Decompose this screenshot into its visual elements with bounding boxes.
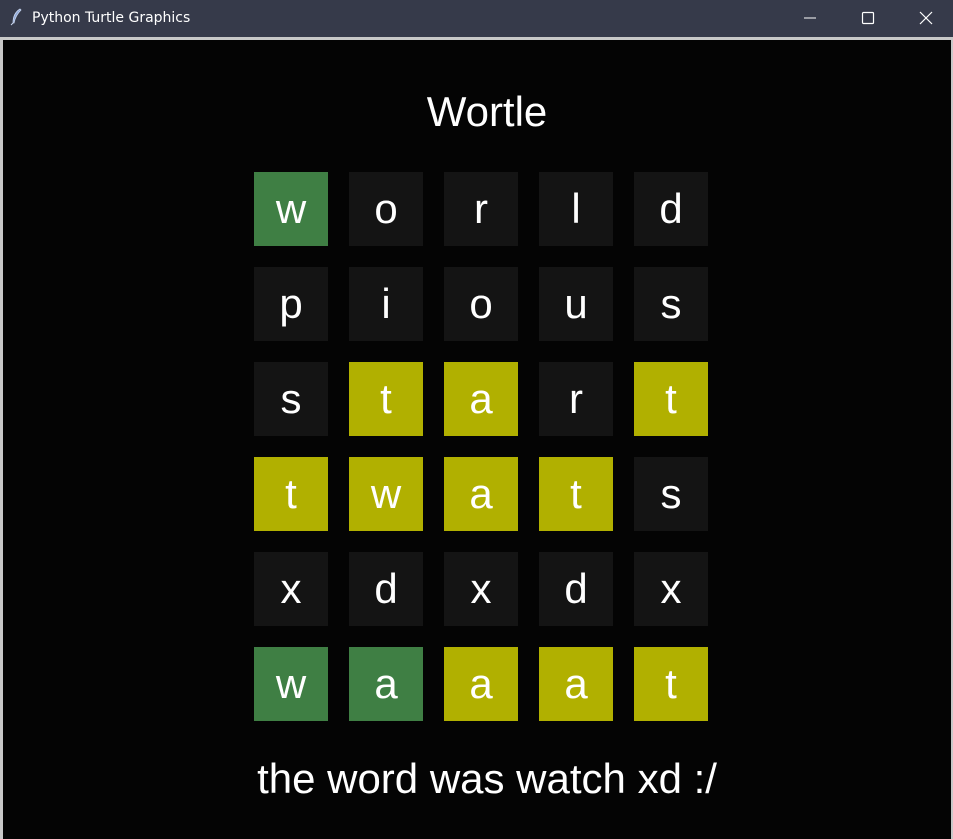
letter-tile: p [254, 267, 328, 341]
maximize-button[interactable] [839, 0, 897, 36]
result-message: the word was watch xd :/ [257, 755, 717, 802]
letter-tile: t [349, 362, 423, 436]
letter-tile: x [634, 552, 708, 626]
letter-tile: x [444, 552, 518, 626]
letter-tile: t [634, 647, 708, 721]
letter-tile: w [254, 172, 328, 246]
maximize-icon [861, 11, 875, 25]
letter-tile: s [634, 267, 708, 341]
letter-tile: o [349, 172, 423, 246]
letter-tile: r [539, 362, 613, 436]
minimize-button[interactable] [781, 0, 839, 36]
letter-tile: a [349, 647, 423, 721]
close-button[interactable] [897, 0, 953, 36]
window-title: Python Turtle Graphics [32, 10, 191, 26]
letter-tile: u [539, 267, 613, 341]
letter-tile: w [254, 647, 328, 721]
letter-tile: a [444, 457, 518, 531]
letter-tile: t [254, 457, 328, 531]
letter-tile: t [539, 457, 613, 531]
letter-tile: t [634, 362, 708, 436]
turtle-canvas[interactable]: Wortle worldpiousstarttwatsxdxdxwaaat th… [3, 40, 951, 839]
letter-tile: d [634, 172, 708, 246]
letter-tile: d [349, 552, 423, 626]
feather-icon [9, 8, 25, 26]
letter-tile: s [254, 362, 328, 436]
letter-tile: a [444, 362, 518, 436]
letter-tile: x [254, 552, 328, 626]
canvas-border: Wortle worldpiousstarttwatsxdxdxwaaat th… [0, 37, 953, 839]
game-title: Wortle [426, 88, 548, 135]
title-bar[interactable]: Python Turtle Graphics [0, 0, 953, 36]
letter-tile: r [444, 172, 518, 246]
letter-tile: s [634, 457, 708, 531]
letter-tile: a [539, 647, 613, 721]
letter-tile: a [444, 647, 518, 721]
letter-tile: o [444, 267, 518, 341]
letter-tile: i [349, 267, 423, 341]
close-icon [919, 11, 933, 25]
letter-tile: w [349, 457, 423, 531]
letter-tile: d [539, 552, 613, 626]
minimize-icon [804, 17, 816, 19]
letter-tile: l [539, 172, 613, 246]
